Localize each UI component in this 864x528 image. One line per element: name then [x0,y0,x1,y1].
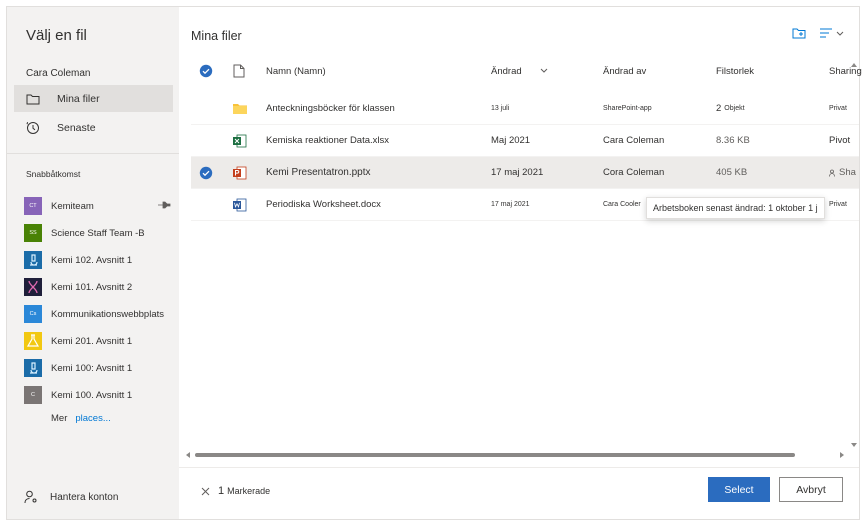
history-icon [26,121,40,135]
file-modified: Maj 2021 [491,135,531,146]
more-places-link[interactable]: places... [75,413,110,424]
file-name: Anteckningsböcker för klassen [266,103,395,114]
selection-summary: 1 Markerade [201,485,270,497]
file-name: Kemiska reaktioner Data.xlsx [266,135,390,146]
quick-access-label: Kemi 100. Avsnitt 1 [51,389,133,401]
quick-access-item[interactable]: Kemi 101. Avsnitt 2 [24,276,174,298]
dna-icon [24,278,42,296]
more-places: Mer places... [51,413,111,424]
table-row[interactable]: Anteckningsböcker för klassen 13 juli Sh… [191,93,859,125]
quick-access-label: Science Staff Team -B [51,227,145,239]
quick-access-item[interactable]: Cs Kommunikationswebbplats [24,303,174,325]
sidebar: Välj en fil Cara Coleman Mina filer Sena… [7,7,179,519]
file-name: Kemi Presentatron.pptx [266,167,371,178]
more-label: Mer [51,413,68,424]
divider [7,153,179,154]
file-size: 8.36 KB [716,135,750,146]
file-size: 2 Objekt [716,93,816,124]
item-count-unit: Objekt [724,105,745,112]
excel-file-icon [233,125,253,156]
file-modified: 13 juli [491,105,510,112]
powerpoint-file-icon [233,157,253,188]
quick-access-item[interactable]: Kemi 201. Avsnitt 1 [24,330,174,352]
new-folder-icon[interactable] [792,27,806,39]
select-all-checkbox[interactable] [199,59,215,83]
table-row[interactable]: Kemi Presentatron.pptx 17 maj 2021 Cora … [191,157,859,189]
quick-access-item[interactable]: CT Kemiteam [24,195,174,217]
vertical-scrollbar[interactable] [849,59,859,451]
quick-access-heading: Snabbåtkomst [26,169,81,179]
sort-descending-icon [540,68,548,74]
column-header-name[interactable]: Namn (Namn) [266,59,486,83]
site-tile: C [24,386,42,404]
microscope-icon [24,251,42,269]
microscope-icon [24,359,42,377]
column-header-modified[interactable]: Ändrad [491,59,601,83]
column-header-modified-by[interactable]: Ändrad av [603,59,713,83]
main-pane: Mina filer Namn (Namn) Ändrad Ändrad av [179,7,862,519]
cancel-button[interactable]: Avbryt [779,477,843,502]
quick-access-label: Kemiteam [51,200,94,212]
quick-access-label: Kemi 101. Avsnitt 2 [51,281,133,293]
column-header-file-size[interactable]: Filstorlek [716,59,816,83]
page-title: Mina filer [191,29,242,43]
pin-icon[interactable] [157,200,171,213]
file-modified: 17 maj 2021 [491,201,530,208]
sidebar-item-label: Mina filer [57,92,100,105]
quick-access-label: Kemi 201. Avsnitt 1 [51,335,133,347]
selected-label: Markerade [227,486,271,496]
modified-tooltip: Arbetsboken senast ändrad: 1 oktober 1 j [646,197,825,219]
quick-access-label: Kemi 102. Avsnitt 1 [51,254,133,266]
quick-access-item[interactable]: Kemi 102. Avsnitt 1 [24,249,174,271]
sort-options-icon[interactable] [819,27,845,39]
quick-access-label: Kommunikationswebbplats [51,308,165,320]
quick-access-item[interactable]: Kemi 100: Avsnitt 1 [24,357,174,379]
folder-icon [26,92,40,106]
person-settings-icon [24,490,38,504]
horizontal-scroll-thumb[interactable] [195,453,795,457]
site-tile: Cs [24,305,42,323]
quick-access-item[interactable]: C Kemi 100. Avsnitt 1 [24,384,174,406]
file-size: 405 KB [716,167,748,178]
sidebar-item-my-files[interactable]: Mina filer [14,85,173,112]
account-name: Cara Coleman [26,68,91,79]
selected-count: 1 [218,485,225,497]
manage-accounts-label: Hantera konton [50,491,119,503]
folder-icon [233,93,253,124]
file-list-header: Namn (Namn) Ändrad Ändrad av Filstorlek … [191,59,862,83]
file-modified-by: Cora Coleman [603,167,665,178]
file-picker-dialog: Välj en fil Cara Coleman Mina filer Sena… [6,6,862,520]
table-row[interactable]: Kemiska reaktioner Data.xlsx Maj 2021 Ca… [191,125,859,157]
column-header-modified-label: Ändrad [491,65,522,77]
item-count: 2 [716,103,722,114]
sidebar-item-recent[interactable]: Senaste [14,114,173,141]
flask-icon [24,332,42,350]
horizontal-scrollbar[interactable] [185,450,845,460]
file-modified-by: SharePoint-app [603,105,652,112]
file-type-icon [233,59,253,83]
row-checkbox[interactable] [199,157,215,188]
file-name: Periodiska Worksheet.docx [266,199,381,210]
word-file-icon [233,189,253,220]
clear-selection-icon[interactable] [201,487,210,496]
dialog-title: Välj en fil [26,27,87,44]
quick-access-label: Kemi 100: Avsnitt 1 [51,362,133,374]
file-modified: 17 maj 2021 [491,167,544,178]
footer-divider [179,467,859,468]
file-modified-by: Cara Coleman [603,135,665,146]
quick-access-item[interactable]: SS Science Staff Team -B [24,222,174,244]
site-tile: SS [24,224,42,242]
sidebar-item-label: Senaste [57,121,96,134]
shared-icon [829,169,837,177]
manage-accounts-button[interactable]: Hantera konton [24,490,118,504]
site-tile: CT [24,197,42,215]
select-button[interactable]: Select [708,477,770,502]
